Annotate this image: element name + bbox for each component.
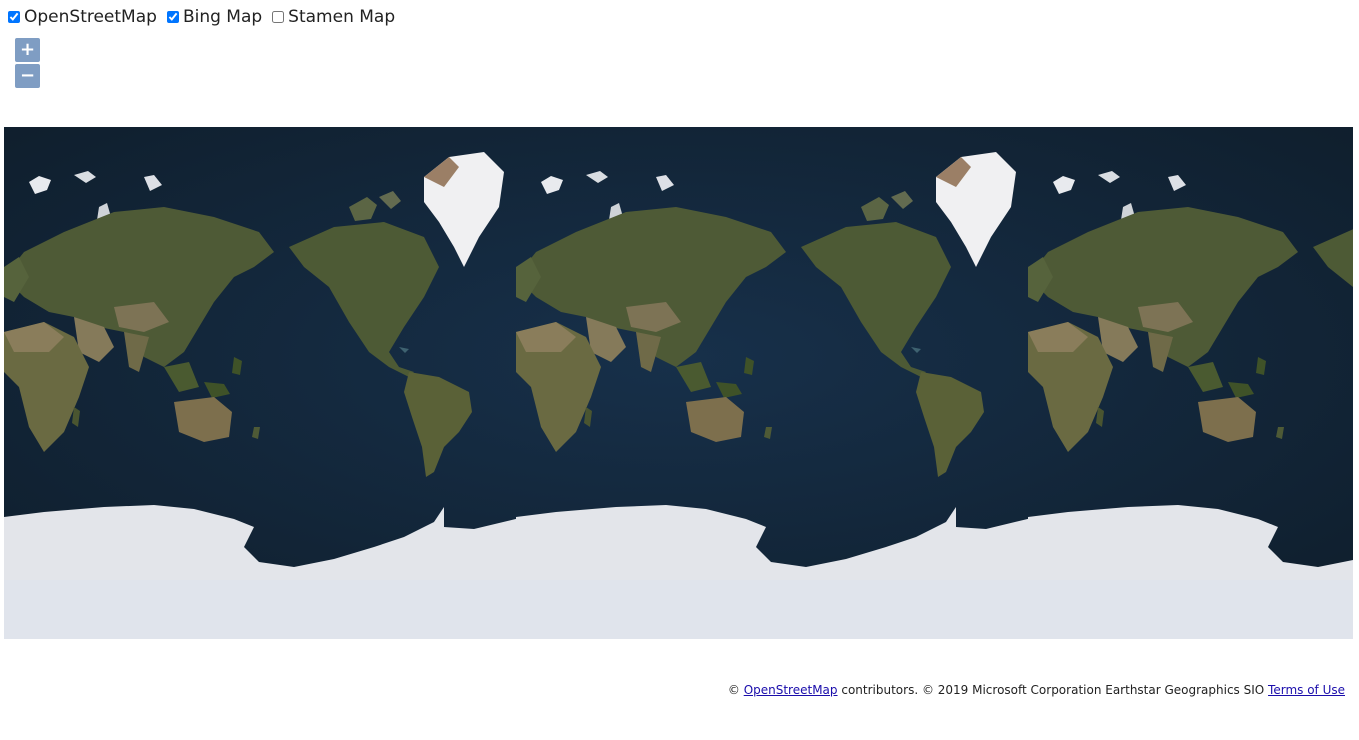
openstreetmap-link[interactable]: OpenStreetMap (744, 683, 838, 697)
layer-option-openstreetmap[interactable]: OpenStreetMap (8, 7, 157, 27)
stamen-map-checkbox[interactable] (272, 11, 285, 23)
attribution-prefix: © (727, 683, 744, 697)
openstreetmap-checkbox[interactable] (8, 11, 20, 23)
bing-map-checkbox[interactable] (166, 11, 179, 23)
openstreetmap-label: OpenStreetMap (24, 7, 157, 27)
layer-switcher: OpenStreetMap Bing Map Stamen Map (8, 6, 405, 28)
zoom-in-button[interactable]: + (15, 38, 40, 62)
satellite-map-canvas (4, 127, 1353, 639)
map-viewport[interactable] (4, 127, 1353, 639)
layer-option-stamen[interactable]: Stamen Map (272, 7, 395, 27)
layer-option-bing[interactable]: Bing Map (166, 7, 263, 27)
attribution-middle-text: contributors. © 2019 Microsoft Corporati… (837, 683, 1269, 697)
map-attribution: © OpenStreetMap contributors. © 2019 Mic… (728, 683, 1345, 697)
bing-map-label: Bing Map (182, 7, 263, 27)
stamen-map-label: Stamen Map (288, 7, 396, 27)
zoom-out-button[interactable]: − (15, 64, 40, 88)
zoom-control: + − (15, 38, 40, 90)
terms-of-use-link[interactable]: Terms of Use (1268, 683, 1345, 697)
